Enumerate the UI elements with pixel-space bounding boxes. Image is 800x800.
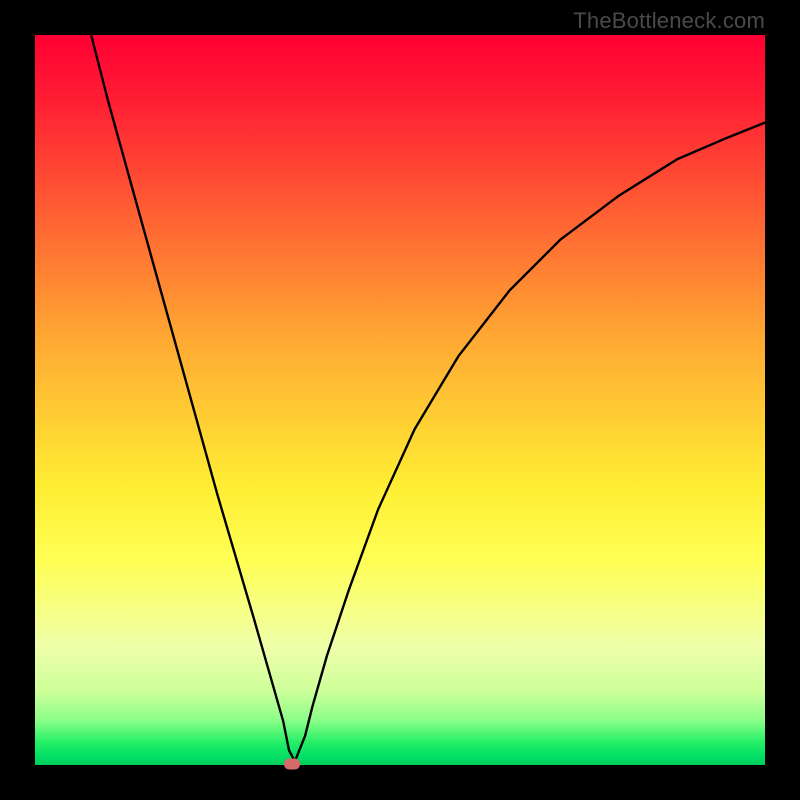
chart-svg	[35, 35, 765, 765]
minimum-marker	[284, 758, 300, 769]
data-curve	[91, 35, 765, 761]
plot-area	[35, 35, 765, 765]
watermark-text: TheBottleneck.com	[573, 8, 765, 34]
chart-frame: TheBottleneck.com	[0, 0, 800, 800]
